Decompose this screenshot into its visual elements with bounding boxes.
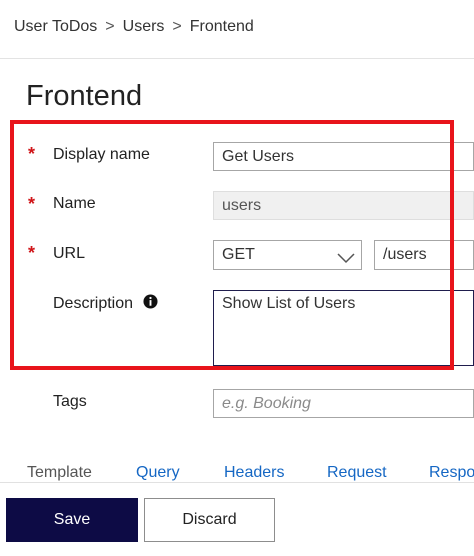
name-label: Name bbox=[53, 195, 96, 212]
tab-query[interactable]: Query bbox=[136, 464, 180, 482]
url-label: URL bbox=[53, 245, 86, 262]
tags-input[interactable]: e.g. Booking bbox=[213, 389, 474, 418]
tags-placeholder: e.g. Booking bbox=[222, 394, 311, 412]
url-path-input[interactable]: /users bbox=[374, 240, 474, 270]
header-divider bbox=[0, 58, 474, 59]
save-button[interactable]: Save bbox=[6, 498, 138, 542]
required-marker: * bbox=[28, 194, 36, 214]
url-path-value: /users bbox=[383, 246, 427, 263]
tab-request[interactable]: Request bbox=[327, 464, 387, 482]
required-marker: * bbox=[28, 144, 36, 164]
tags-label: Tags bbox=[53, 393, 87, 410]
api-operation-editor: User ToDos > Users > Frontend Frontend * Dis… bbox=[0, 0, 474, 556]
breadcrumb-item-frontend: Frontend bbox=[189, 18, 254, 35]
page-title: Frontend bbox=[26, 80, 143, 112]
required-marker: * bbox=[28, 243, 36, 263]
breadcrumb-separator: > bbox=[105, 18, 115, 35]
discard-button[interactable]: Discard bbox=[144, 498, 275, 542]
display-name-input[interactable]: Get Users bbox=[213, 142, 474, 171]
breadcrumb-item-users[interactable]: Users bbox=[123, 18, 165, 35]
breadcrumb: User ToDos > Users > Frontend bbox=[14, 18, 254, 36]
display-name-value: Get Users bbox=[222, 147, 295, 165]
display-name-label: Display name bbox=[53, 146, 150, 163]
info-icon[interactable] bbox=[143, 294, 158, 309]
breadcrumb-separator: > bbox=[172, 18, 182, 35]
description-textarea[interactable]: Show List of Users bbox=[213, 290, 474, 366]
name-value: users bbox=[222, 196, 262, 214]
http-method-value: GET bbox=[222, 246, 255, 263]
tab-strip: Template Query Headers Request Response bbox=[0, 462, 474, 482]
description-value: Show List of Users bbox=[222, 295, 356, 312]
http-method-select[interactable]: GET bbox=[213, 240, 362, 270]
chevron-down-icon bbox=[337, 253, 355, 264]
tab-headers[interactable]: Headers bbox=[224, 464, 284, 482]
description-label: Description bbox=[53, 295, 134, 312]
tab-response[interactable]: Response bbox=[429, 464, 474, 482]
breadcrumb-item-user-todos[interactable]: User ToDos bbox=[14, 18, 97, 35]
tab-template[interactable]: Template bbox=[27, 464, 92, 482]
name-input[interactable]: users bbox=[213, 191, 474, 220]
